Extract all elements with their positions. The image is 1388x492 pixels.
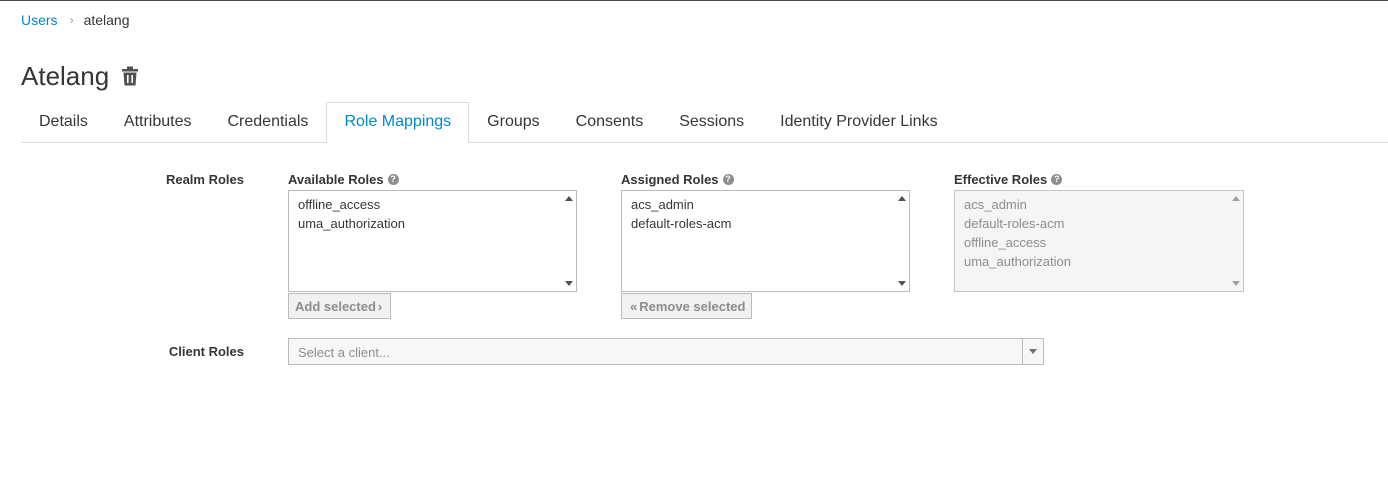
tab-identity-provider-links[interactable]: Identity Provider Links xyxy=(762,102,955,142)
tab-consents[interactable]: Consents xyxy=(558,102,662,142)
help-icon[interactable]: ? xyxy=(1051,174,1063,185)
tab-attributes[interactable]: Attributes xyxy=(106,102,210,142)
effective-roles-list: acs_admin default-roles-acm offline_acce… xyxy=(954,190,1244,292)
help-icon[interactable]: ? xyxy=(722,174,734,185)
assigned-roles-heading-text: Assigned Roles xyxy=(621,172,719,187)
assigned-roles-heading: Assigned Roles ? xyxy=(621,172,734,187)
list-item[interactable]: uma_authorization xyxy=(298,214,576,233)
list-item[interactable]: acs_admin xyxy=(631,195,909,214)
scroll-up-icon[interactable] xyxy=(898,196,906,201)
caret-down-icon xyxy=(1029,349,1037,354)
title-row: Atelang xyxy=(21,61,139,92)
dropdown-toggle[interactable] xyxy=(1022,339,1043,364)
scroll-up-icon xyxy=(1232,196,1240,201)
scrollbar xyxy=(1229,191,1243,291)
tab-sessions[interactable]: Sessions xyxy=(661,102,762,142)
scroll-up-icon[interactable] xyxy=(565,196,573,201)
available-roles-list[interactable]: offline_access uma_authorization xyxy=(288,190,577,292)
list-item: default-roles-acm xyxy=(964,216,1065,231)
add-selected-button[interactable]: Add selected › xyxy=(288,293,392,319)
realm-roles-label: Realm Roles xyxy=(165,172,244,187)
double-chevron-left-icon: « xyxy=(630,298,638,314)
client-select-placeholder: Select a client... xyxy=(298,345,390,360)
help-icon[interactable]: ? xyxy=(387,174,399,185)
effective-roles-heading-text: Effective Roles xyxy=(954,172,1048,187)
list-item: uma_authorization xyxy=(964,254,1071,269)
scrollbar[interactable] xyxy=(562,191,576,291)
assigned-roles-list[interactable]: acs_admin default-roles-acm xyxy=(621,190,910,292)
page-title: Atelang xyxy=(21,61,110,91)
client-roles-label: Client Roles xyxy=(168,344,244,359)
remove-selected-button[interactable]: « Remove selected xyxy=(621,293,753,319)
list-item: offline_access xyxy=(964,235,1047,250)
scroll-down-icon[interactable] xyxy=(898,281,906,286)
scroll-down-icon[interactable] xyxy=(565,281,573,286)
available-roles-heading: Available Roles ? xyxy=(288,172,399,187)
chevron-right-icon: › xyxy=(69,13,74,27)
trash-icon[interactable] xyxy=(121,66,139,91)
scrollbar[interactable] xyxy=(895,191,909,291)
chevron-right-icon: › xyxy=(377,298,383,314)
tab-details[interactable]: Details xyxy=(21,102,106,142)
tab-role-mappings[interactable]: Role Mappings xyxy=(326,102,470,143)
breadcrumb: Users › atelang xyxy=(21,12,130,28)
scroll-down-icon xyxy=(1232,281,1240,286)
client-select[interactable]: Select a client... xyxy=(288,338,1044,365)
effective-roles-heading: Effective Roles ? xyxy=(954,172,1063,187)
tab-bar: Details Attributes Credentials Role Mapp… xyxy=(21,102,1388,143)
tab-groups[interactable]: Groups xyxy=(469,102,557,142)
list-item: acs_admin xyxy=(964,197,1027,212)
tab-credentials[interactable]: Credentials xyxy=(210,102,327,142)
breadcrumb-users-link[interactable]: Users xyxy=(21,12,58,28)
add-selected-label: Add selected xyxy=(295,298,376,314)
available-roles-heading-text: Available Roles xyxy=(288,172,384,187)
list-item[interactable]: offline_access xyxy=(298,195,576,214)
remove-selected-label: Remove selected xyxy=(639,298,746,314)
list-item[interactable]: default-roles-acm xyxy=(631,214,909,233)
breadcrumb-current: atelang xyxy=(83,12,130,28)
